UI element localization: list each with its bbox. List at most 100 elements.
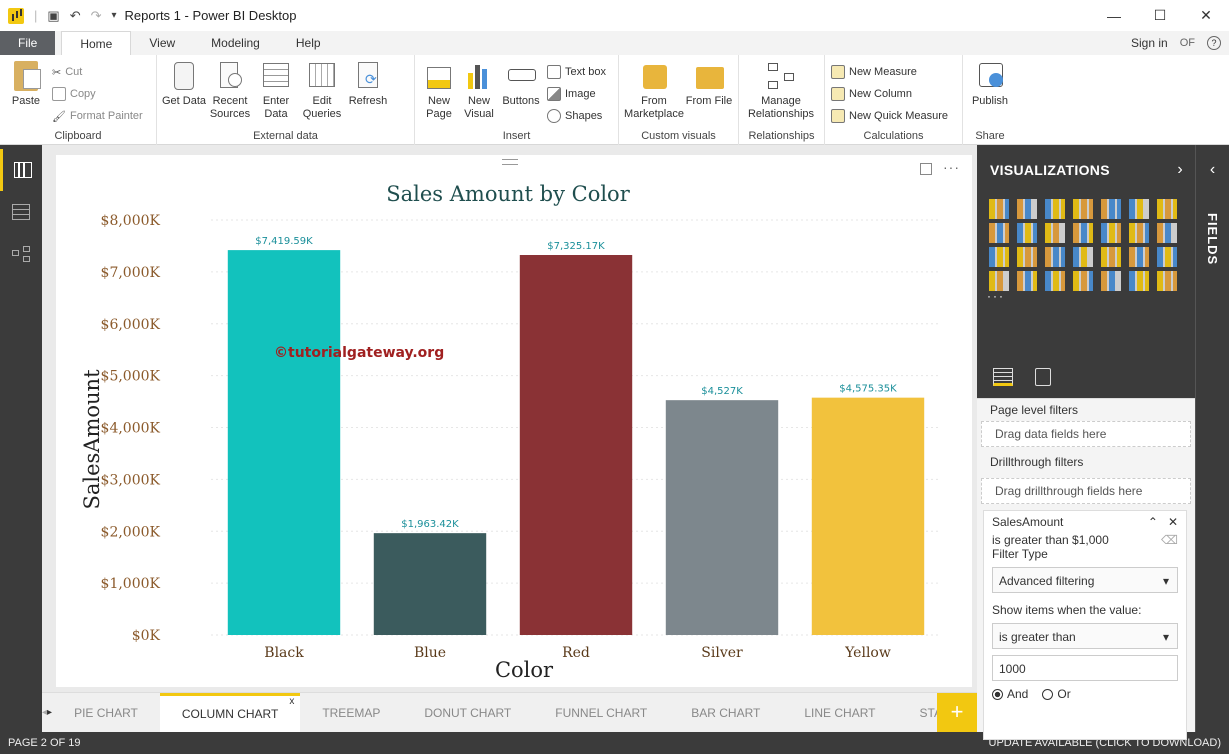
relationships-group: Manage Relationships Relationships bbox=[739, 55, 825, 145]
insert-group: New Page New Visual Buttons Text box Ima… bbox=[415, 55, 619, 145]
pie-visual-icon[interactable] bbox=[989, 247, 1009, 267]
line-clustered-column-visual-icon[interactable] bbox=[1073, 223, 1093, 243]
cut-button[interactable]: ✂ Cut bbox=[52, 63, 143, 81]
quick-measure-icon bbox=[831, 109, 845, 123]
from-marketplace-label: From Marketplace bbox=[624, 95, 684, 120]
slicer-visual-icon[interactable] bbox=[1073, 271, 1093, 291]
clustered-bar-visual-icon[interactable] bbox=[1045, 199, 1065, 219]
line-column-visual-icon[interactable] bbox=[1045, 223, 1065, 243]
table-visual-icon[interactable] bbox=[1101, 271, 1121, 291]
clear-filter-eraser-icon[interactable]: ⌫ bbox=[1161, 533, 1178, 547]
close-button[interactable]: ✕ bbox=[1183, 0, 1229, 31]
calculator-icon bbox=[831, 65, 845, 79]
tab-bar-chart[interactable]: BAR CHART bbox=[669, 693, 782, 733]
minimize-button[interactable]: — bbox=[1091, 0, 1137, 31]
100-stacked-bar-visual-icon[interactable] bbox=[1101, 199, 1121, 219]
expand-fields-icon[interactable]: ‹ bbox=[1196, 161, 1229, 179]
drag-data-fields-well[interactable]: Drag data fields here bbox=[981, 421, 1191, 447]
menu-file[interactable]: File bbox=[0, 31, 56, 55]
copy-button[interactable]: Copy bbox=[52, 85, 143, 103]
or-radio[interactable]: Or bbox=[1042, 687, 1071, 701]
clustered-column-visual-icon[interactable] bbox=[1073, 199, 1093, 219]
undo-icon[interactable]: ↶ bbox=[70, 8, 81, 24]
donut-visual-icon[interactable] bbox=[1017, 247, 1037, 267]
external-data-group: Get Data Recent Sources Enter Data Edit … bbox=[157, 55, 415, 145]
condition-dropdown[interactable]: is greater than bbox=[992, 623, 1178, 650]
multi-row-card-visual-icon[interactable] bbox=[1017, 271, 1037, 291]
new-column-button[interactable]: New Column bbox=[831, 85, 948, 103]
page-indicator: PAGE 2 OF 19 bbox=[8, 737, 81, 749]
shapes-button[interactable]: Shapes bbox=[547, 107, 606, 125]
map-visual-icon[interactable] bbox=[1073, 247, 1093, 267]
and-radio[interactable]: And bbox=[992, 687, 1028, 701]
collapse-pane-icon[interactable]: › bbox=[1177, 161, 1183, 179]
menu-view[interactable]: View bbox=[131, 31, 193, 55]
image-button[interactable]: Image bbox=[547, 85, 606, 103]
kpi-visual-icon[interactable] bbox=[1045, 271, 1065, 291]
matrix-visual-icon[interactable] bbox=[1129, 271, 1149, 291]
collapse-filter-icon[interactable]: ⌃ bbox=[1148, 515, 1158, 529]
card-visual-icon[interactable] bbox=[989, 271, 1009, 291]
help-icon[interactable]: ? bbox=[1207, 36, 1221, 50]
add-page-button[interactable]: + bbox=[937, 693, 977, 733]
model-icon bbox=[12, 246, 30, 262]
page-tabs: ◂ ▸ PIE CHART COLUMN CHART x TREEMAP DONU… bbox=[42, 692, 977, 733]
tab-close-icon[interactable]: x bbox=[289, 684, 294, 720]
new-quick-measure-button[interactable]: New Quick Measure bbox=[831, 107, 948, 125]
new-visual-icon bbox=[464, 59, 494, 91]
format-painter-button[interactable]: 🖌 Format Painter bbox=[52, 107, 143, 125]
report-view-button[interactable] bbox=[0, 149, 42, 191]
filter-type-dropdown[interactable]: Advanced filtering bbox=[992, 567, 1178, 594]
ribbon-visual-icon[interactable] bbox=[1101, 223, 1121, 243]
scatter-visual-icon[interactable] bbox=[1157, 223, 1177, 243]
menu-home[interactable]: Home bbox=[61, 31, 132, 55]
tab-treemap[interactable]: TREEMAP bbox=[300, 693, 402, 733]
data-view-button[interactable] bbox=[0, 191, 42, 233]
stacked-area-visual-icon[interactable] bbox=[1017, 223, 1037, 243]
stacked-column-visual-icon[interactable] bbox=[1017, 199, 1037, 219]
model-view-button[interactable] bbox=[0, 233, 42, 275]
filter-value-input[interactable]: 1000 bbox=[992, 655, 1178, 681]
new-measure-button[interactable]: New Measure bbox=[831, 63, 948, 81]
paste-icon bbox=[11, 59, 41, 91]
r-script-visual-icon[interactable] bbox=[1157, 271, 1177, 291]
remove-filter-icon[interactable]: ✕ bbox=[1168, 515, 1178, 529]
funnel-visual-icon[interactable] bbox=[1129, 247, 1149, 267]
divider: | bbox=[34, 8, 38, 23]
100-stacked-column-visual-icon[interactable] bbox=[1129, 199, 1149, 219]
format-paint-roller-icon[interactable] bbox=[1035, 367, 1051, 386]
filled-map-visual-icon[interactable] bbox=[1101, 247, 1121, 267]
line-visual-icon[interactable] bbox=[1157, 199, 1177, 219]
tab-column-chart[interactable]: COLUMN CHART x bbox=[159, 692, 301, 733]
fields-tab-icon[interactable] bbox=[993, 367, 1013, 386]
filter-field-name: SalesAmount bbox=[992, 515, 1064, 529]
tab-donut-chart[interactable]: DONUT CHART bbox=[402, 693, 533, 733]
stacked-bar-visual-icon[interactable] bbox=[989, 199, 1009, 219]
menu-help[interactable]: Help bbox=[278, 31, 339, 55]
more-visuals-icon[interactable]: ··· bbox=[977, 289, 1195, 303]
fields-pane-collapsed[interactable]: ‹ FIELDS bbox=[1195, 145, 1229, 732]
redo-icon[interactable]: ↷ bbox=[91, 8, 102, 24]
treemap-visual-icon[interactable] bbox=[1045, 247, 1065, 267]
customize-qat-icon[interactable]: ▾ bbox=[112, 10, 117, 21]
waterfall-visual-icon[interactable] bbox=[1129, 223, 1149, 243]
column-chart-visual[interactable]: ··· Sales Amount by Color $0K $1,000K $2,00… bbox=[56, 155, 972, 687]
scissors-icon: ✂ bbox=[52, 66, 62, 79]
gauge-visual-icon[interactable] bbox=[1157, 247, 1177, 267]
maximize-button[interactable]: ☐ bbox=[1137, 0, 1183, 31]
menu-modeling[interactable]: Modeling bbox=[193, 31, 278, 55]
y-tick-label: $3,000K bbox=[101, 472, 161, 488]
sign-in-link[interactable]: Sign in bbox=[1131, 36, 1168, 50]
frown-label[interactable]: OF bbox=[1180, 37, 1195, 49]
tab-line-chart[interactable]: LINE CHART bbox=[782, 693, 897, 733]
area-visual-icon[interactable] bbox=[989, 223, 1009, 243]
copy-label: Copy bbox=[70, 88, 96, 100]
text-box-button[interactable]: Text box bbox=[547, 63, 606, 81]
tab-funnel-chart[interactable]: FUNNEL CHART bbox=[533, 693, 669, 733]
save-icon[interactable]: ▣ bbox=[47, 8, 59, 24]
or-label: Or bbox=[1057, 687, 1071, 701]
tab-pie-chart[interactable]: PIE CHART bbox=[52, 693, 160, 733]
drag-drillthrough-well[interactable]: Drag drillthrough fields here bbox=[981, 478, 1191, 504]
new-column-label: New Column bbox=[849, 88, 912, 100]
y-tick-label: $5,000K bbox=[101, 369, 161, 385]
